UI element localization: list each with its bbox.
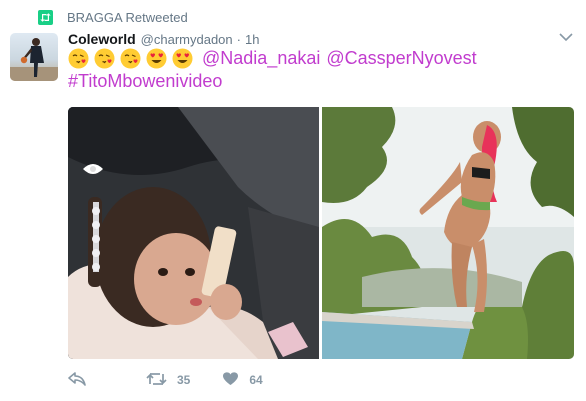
timestamp[interactable]: 1h	[245, 32, 259, 47]
kissing-face-with-heart-icon	[120, 48, 141, 69]
hashtag-link[interactable]: #TitoMbowenivideo	[68, 70, 568, 93]
retweet-icon	[146, 372, 167, 389]
photo-woman-poolside[interactable]	[322, 107, 574, 359]
retweet-context: BRAGGA Retweeted	[38, 8, 188, 26]
heart-eyes-icon	[172, 48, 193, 69]
retweet-button[interactable]: 35	[146, 372, 190, 389]
reply-icon	[68, 371, 86, 389]
mention-link[interactable]: @Nadia_nakai	[202, 47, 320, 70]
kissing-face-with-heart-icon	[94, 48, 115, 69]
retweet-icon	[38, 9, 53, 25]
mention-link[interactable]: @CassperNyovest	[326, 47, 476, 70]
tweet-text: @Nadia_nakai @CassperNyovest #TitoMbowen…	[68, 47, 568, 93]
reply-button[interactable]	[68, 371, 98, 389]
photo-child-with-phone[interactable]	[68, 107, 319, 359]
avatar[interactable]	[10, 33, 58, 81]
kissing-face-with-heart-icon	[68, 48, 89, 69]
emoji-mention-line: @Nadia_nakai @CassperNyovest	[68, 47, 568, 70]
separator-dot: ·	[236, 32, 241, 47]
heart-icon	[222, 371, 239, 389]
heart-eyes-icon	[146, 48, 167, 69]
media-grid	[68, 107, 574, 359]
like-count: 64	[249, 373, 263, 387]
more-options-chevron-icon[interactable]	[558, 30, 574, 44]
retweet-count: 35	[177, 373, 191, 387]
retweeted-by-label[interactable]: BRAGGA Retweeted	[67, 10, 188, 25]
like-button[interactable]: 64	[222, 371, 263, 389]
tweet-actions: 35 64	[68, 370, 263, 390]
author-name[interactable]: Coleworld	[68, 31, 136, 47]
author-handle[interactable]: @charmydadon	[141, 32, 233, 47]
